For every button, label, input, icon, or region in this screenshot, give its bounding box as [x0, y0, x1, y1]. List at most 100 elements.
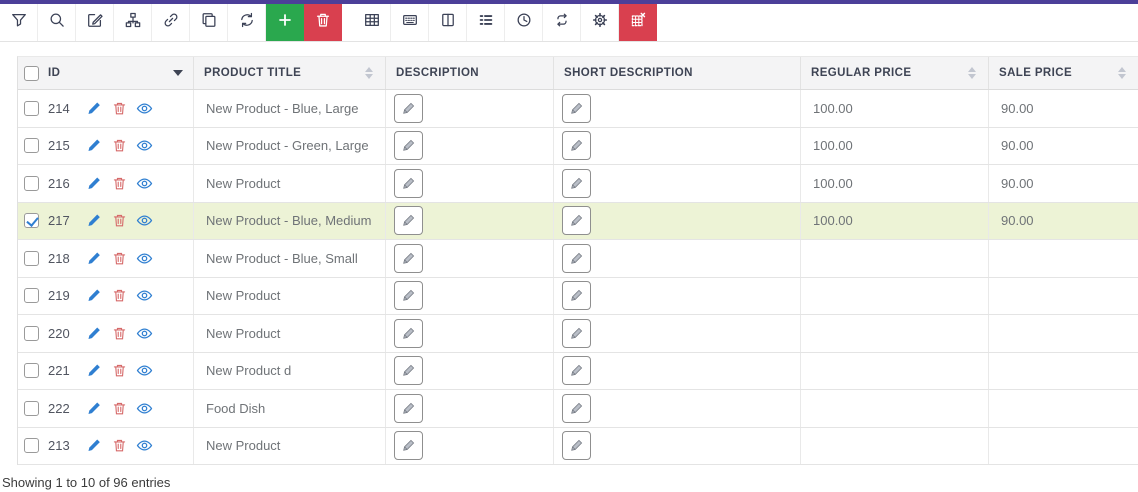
row-checkbox[interactable] [24, 138, 39, 154]
select-all-checkbox[interactable] [24, 65, 39, 81]
history-button[interactable] [505, 4, 543, 41]
columns-button[interactable] [429, 4, 467, 41]
sale-price-cell[interactable] [989, 390, 1138, 427]
refresh-button[interactable] [228, 4, 266, 41]
regular-price-cell[interactable] [801, 240, 989, 277]
settings-button[interactable] [581, 4, 619, 41]
view-row-icon[interactable] [136, 137, 153, 154]
row-checkbox[interactable] [24, 400, 39, 416]
sync-button[interactable] [543, 4, 581, 41]
view-row-icon[interactable] [136, 250, 153, 267]
delete-row-icon[interactable] [111, 325, 128, 342]
regular-price-cell[interactable] [801, 352, 989, 389]
edit-description-button[interactable] [394, 393, 423, 423]
delete-row-icon[interactable] [111, 400, 128, 417]
row-checkbox[interactable] [24, 175, 39, 191]
view-row-icon[interactable] [136, 212, 153, 229]
edit-description-button[interactable] [394, 131, 423, 161]
delete-row-icon[interactable] [111, 137, 128, 154]
sale-price-cell[interactable]: 90.00 [989, 203, 1138, 240]
edit-description-button[interactable] [394, 93, 423, 123]
sale-price-cell[interactable] [989, 278, 1138, 315]
view-row-icon[interactable] [136, 362, 153, 379]
header-id[interactable]: ID [18, 57, 194, 89]
sitemap-button[interactable] [114, 4, 152, 41]
row-checkbox[interactable] [24, 288, 39, 304]
row-checkbox[interactable] [24, 100, 39, 116]
edit-short-description-button[interactable] [562, 206, 591, 236]
regular-price-cell[interactable]: 100.00 [801, 202, 989, 239]
view-row-icon[interactable] [136, 325, 153, 342]
edit-short-description-button[interactable] [562, 281, 591, 311]
clear-table-button[interactable] [619, 4, 657, 41]
view-row-icon[interactable] [136, 437, 153, 454]
regular-price-cell[interactable] [801, 427, 989, 464]
edit-short-description-button[interactable] [562, 431, 591, 461]
row-checkbox[interactable] [24, 213, 39, 229]
edit-row-icon[interactable] [86, 250, 103, 267]
edit-short-description-button[interactable] [562, 318, 591, 348]
edit-description-button[interactable] [394, 318, 423, 348]
sort-desc-icon[interactable] [173, 70, 183, 76]
row-checkbox[interactable] [24, 325, 39, 341]
header-regular-price[interactable]: REGULAR PRICE [801, 57, 989, 89]
row-checkbox[interactable] [24, 363, 39, 379]
regular-price-cell[interactable]: 100.00 [801, 90, 989, 127]
bulk-edit-button[interactable] [76, 4, 114, 41]
view-row-icon[interactable] [136, 100, 153, 117]
edit-short-description-button[interactable] [562, 393, 591, 423]
view-row-icon[interactable] [136, 175, 153, 192]
edit-description-button[interactable] [394, 168, 423, 198]
delete-row-icon[interactable] [111, 287, 128, 304]
filter-button[interactable] [0, 4, 38, 41]
edit-short-description-button[interactable] [562, 93, 591, 123]
header-sale-price[interactable]: SALE PRICE [989, 57, 1138, 89]
sale-price-cell[interactable] [989, 353, 1138, 390]
edit-row-icon[interactable] [86, 100, 103, 117]
edit-row-icon[interactable] [86, 400, 103, 417]
edit-row-icon[interactable] [86, 437, 103, 454]
edit-row-icon[interactable] [86, 325, 103, 342]
row-checkbox[interactable] [24, 438, 39, 454]
view-row-icon[interactable] [136, 287, 153, 304]
edit-row-icon[interactable] [86, 175, 103, 192]
search-button[interactable] [38, 4, 76, 41]
regular-price-cell[interactable] [801, 315, 989, 352]
view-row-icon[interactable] [136, 400, 153, 417]
edit-description-button[interactable] [394, 281, 423, 311]
edit-description-button[interactable] [394, 356, 423, 386]
regular-price-cell[interactable]: 100.00 [801, 127, 989, 164]
edit-short-description-button[interactable] [562, 131, 591, 161]
edit-description-button[interactable] [394, 243, 423, 273]
link-button[interactable] [152, 4, 190, 41]
edit-row-icon[interactable] [86, 137, 103, 154]
sort-icon[interactable] [968, 67, 976, 79]
sale-price-cell[interactable]: 90.00 [989, 90, 1138, 127]
regular-price-cell[interactable] [801, 390, 989, 427]
regular-price-cell[interactable]: 100.00 [801, 165, 989, 202]
edit-short-description-button[interactable] [562, 243, 591, 273]
regular-price-cell[interactable] [801, 277, 989, 314]
edit-row-icon[interactable] [86, 287, 103, 304]
delete-row-icon[interactable] [111, 175, 128, 192]
delete-selected-button[interactable] [304, 4, 342, 41]
sale-price-cell[interactable]: 90.00 [989, 128, 1138, 165]
add-new-button[interactable] [266, 4, 304, 41]
sort-icon[interactable] [1118, 67, 1126, 79]
sale-price-cell[interactable]: 90.00 [989, 165, 1138, 202]
delete-row-icon[interactable] [111, 362, 128, 379]
table-view-button[interactable] [353, 4, 391, 41]
edit-row-icon[interactable] [86, 212, 103, 229]
delete-row-icon[interactable] [111, 212, 128, 229]
sale-price-cell[interactable] [989, 428, 1138, 465]
sale-price-cell[interactable] [989, 315, 1138, 352]
edit-short-description-button[interactable] [562, 356, 591, 386]
header-product-title[interactable]: PRODUCT TITLE [194, 57, 386, 89]
delete-row-icon[interactable] [111, 437, 128, 454]
edit-short-description-button[interactable] [562, 168, 591, 198]
delete-row-icon[interactable] [111, 100, 128, 117]
row-checkbox[interactable] [24, 250, 39, 266]
keyboard-shortcuts-button[interactable] [391, 4, 429, 41]
duplicate-button[interactable] [190, 4, 228, 41]
delete-row-icon[interactable] [111, 250, 128, 267]
